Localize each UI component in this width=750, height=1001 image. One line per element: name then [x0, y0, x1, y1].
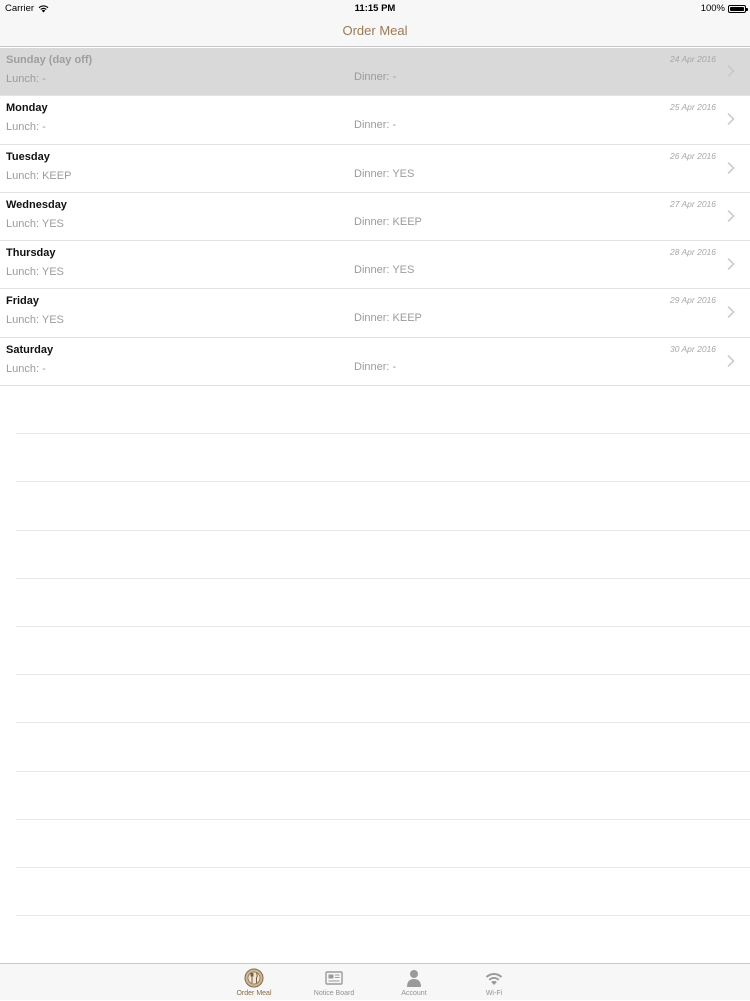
day-name: Friday: [6, 295, 40, 308]
status-time: 11:15 PM: [354, 3, 396, 14]
chevron-right-icon: [727, 113, 735, 126]
empty-row-separator: [16, 433, 750, 435]
navigation-bar: Order Meal: [0, 16, 750, 47]
dinner-status: Dinner: YES: [354, 264, 415, 277]
dinner-status: Dinner: -: [354, 119, 397, 132]
empty-row-separator: [16, 915, 750, 917]
battery-percent: 100%: [700, 3, 725, 14]
chevron-right-icon: [727, 209, 735, 222]
day-name: Wednesday: [6, 198, 67, 211]
day-date: 29 Apr 2016: [670, 295, 716, 306]
day-date: 25 Apr 2016: [670, 102, 716, 113]
dinner-status: Dinner: -: [354, 360, 397, 373]
tab-label: Wi-Fi: [485, 990, 503, 997]
lunch-status: Lunch: YES: [6, 217, 64, 230]
tab-notice-board[interactable]: Notice Board: [294, 964, 374, 1001]
tab-label: Notice Board: [313, 990, 355, 997]
empty-row-separator: [16, 818, 750, 820]
day-date: 28 Apr 2016: [670, 247, 716, 258]
dinner-status: Dinner: KEEP: [354, 312, 422, 325]
chevron-right-icon: [727, 354, 735, 367]
day-date: 26 Apr 2016: [670, 150, 716, 161]
day-row[interactable]: Saturday Lunch: - Dinner: - 30 Apr 2016: [0, 337, 750, 387]
empty-list-area: [0, 385, 750, 963]
meal-icon: [244, 968, 264, 988]
lunch-status: Lunch: YES: [6, 314, 64, 327]
day-row[interactable]: Sunday (day off) Lunch: - Dinner: - 24 Apr …: [0, 48, 750, 97]
dinner-status: Dinner: YES: [354, 167, 415, 180]
day-row[interactable]: Tuesday Lunch: KEEP Dinner: YES 26 Apr 2016: [0, 144, 750, 193]
chevron-right-icon: [727, 64, 735, 78]
chevron-right-icon: [727, 258, 735, 271]
lunch-status: Lunch: -: [6, 121, 46, 134]
chevron-right-icon: [727, 161, 735, 174]
tab-wifi[interactable]: Wi-Fi: [454, 964, 534, 1001]
dinner-status: Dinner: KEEP: [354, 215, 422, 228]
day-row[interactable]: Wednesday Lunch: YES Dinner: KEEP 27 Apr 20…: [0, 192, 750, 242]
wifi-icon: [485, 973, 503, 985]
tab-label: Order Meal: [236, 990, 272, 997]
tab-account[interactable]: Account: [374, 964, 454, 1001]
day-row[interactable]: Monday Lunch: - Dinner: - 25 Apr 2016: [0, 96, 750, 145]
empty-row-separator: [16, 577, 750, 579]
empty-row-separator: [16, 722, 750, 724]
empty-row-separator: [16, 674, 750, 676]
empty-row-separator: [16, 481, 750, 483]
lunch-status: Lunch: -: [6, 362, 46, 375]
tab-bar: Order Meal Notice Board Account Wi-Fi: [0, 963, 750, 1000]
status-bar: Carrier 11:15 PM 100%: [0, 0, 750, 16]
account-icon: [407, 970, 421, 987]
day-name: Sunday (day off): [6, 54, 93, 66]
empty-row-separator: [16, 626, 750, 627]
chevron-right-icon: [727, 306, 735, 319]
day-name: Tuesday: [6, 150, 50, 163]
tab-label: Account: [401, 990, 427, 997]
status-right: 100%: [700, 3, 748, 14]
empty-row-separator: [16, 529, 750, 531]
notice-board-icon: [325, 971, 343, 985]
page-title: Order Meal: [342, 23, 408, 38]
day-date: 24 Apr 2016: [670, 54, 716, 64]
day-name: Monday: [6, 102, 48, 115]
day-row[interactable]: Friday Lunch: YES Dinner: KEEP 29 Apr 2016: [0, 289, 750, 338]
day-name: Thursday: [6, 247, 56, 260]
meal-day-list: Sunday (day off) Lunch: - Dinner: - 24 Apr …: [0, 48, 750, 387]
day-date: 30 Apr 2016: [670, 343, 716, 354]
battery-icon: [728, 4, 748, 13]
day-name: Saturday: [6, 343, 54, 356]
dinner-status: Dinner: -: [354, 71, 397, 83]
day-row[interactable]: Thursday Lunch: YES Dinner: YES 28 Apr 2016: [0, 241, 750, 290]
lunch-status: Lunch: -: [6, 73, 46, 85]
day-date: 27 Apr 2016: [670, 198, 716, 209]
tab-order-meal[interactable]: Order Meal: [214, 964, 294, 1001]
empty-row-separator: [16, 770, 750, 772]
lunch-status: Lunch: KEEP: [6, 169, 72, 182]
lunch-status: Lunch: YES: [6, 266, 64, 279]
empty-row-separator: [16, 867, 750, 868]
